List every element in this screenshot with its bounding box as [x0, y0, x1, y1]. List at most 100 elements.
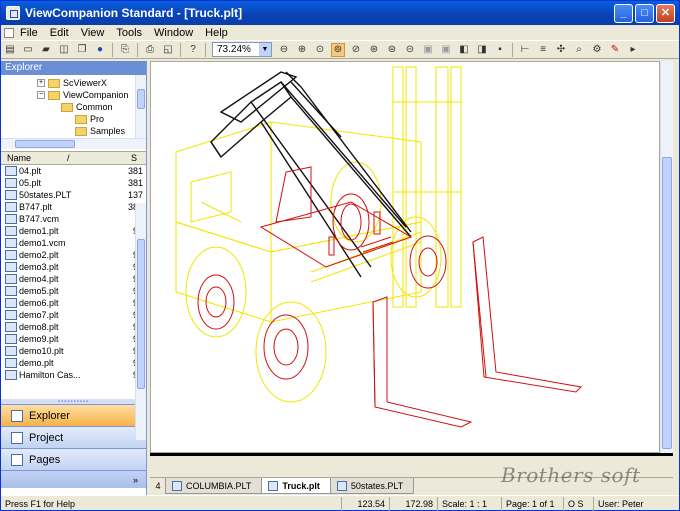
file-row[interactable]: demo9.plt91 [1, 333, 146, 345]
rotate-left-icon[interactable]: ▣ [421, 43, 435, 57]
tree-item-viewcompanion[interactable]: − ViewCompanion [37, 89, 128, 101]
file-row[interactable]: demo7.plt91 [1, 309, 146, 321]
file-row[interactable]: demo3.plt91 [1, 261, 146, 273]
file-name: demo10.plt [19, 346, 64, 356]
rotate-right-icon[interactable]: ▣ [439, 43, 453, 57]
first-page-icon[interactable]: ◧ [457, 43, 471, 57]
zoom-all-icon[interactable]: ⊛ [367, 43, 381, 57]
file-row[interactable]: demo2.plt91 [1, 249, 146, 261]
redline-icon[interactable]: ✎ [608, 43, 622, 57]
tree-item-label: Common [76, 102, 113, 112]
zoom-window-icon[interactable]: ⊚ [331, 42, 345, 57]
settings-icon[interactable]: ⚙ [590, 43, 604, 57]
scroll-thumb[interactable] [137, 89, 145, 109]
file-name: demo3.plt [19, 262, 59, 272]
paste-icon[interactable]: ⎘ [118, 43, 132, 57]
print-preview-icon[interactable]: ◱ [161, 43, 175, 57]
folder-tree[interactable]: + ScViewerX − ViewCompanion Common Pro S… [1, 75, 146, 152]
drawing-yellow-wireframe [175, 66, 462, 403]
file-list-scrollbar[interactable] [135, 203, 146, 440]
chevron-down-icon[interactable]: ▼ [259, 43, 271, 56]
folder-up-icon[interactable]: ▰ [39, 43, 53, 57]
collapse-icon[interactable]: − [37, 91, 45, 99]
file-row[interactable]: demo10.plt91 [1, 345, 146, 357]
menu-tools[interactable]: Tools [110, 27, 148, 39]
plt-file-icon [5, 214, 17, 224]
tab-label: Truck.plt [282, 480, 320, 491]
file-row[interactable]: 50states.PLT 137 [1, 189, 146, 201]
tree-vertical-scrollbar[interactable] [135, 75, 146, 138]
document-menu-icon[interactable] [4, 27, 14, 38]
menu-file[interactable]: File [14, 27, 44, 39]
file-row[interactable]: Hamilton Cas...91 [1, 369, 146, 381]
plt-file-icon [5, 166, 17, 176]
zoom-fit-icon[interactable]: ⊙ [313, 43, 327, 57]
name-column-header[interactable]: Name [7, 153, 67, 163]
tree-horizontal-scrollbar[interactable] [1, 138, 146, 149]
file-row[interactable]: demo1.vcm2 [1, 237, 146, 249]
menu-view[interactable]: View [75, 27, 111, 39]
menu-edit[interactable]: Edit [44, 27, 75, 39]
folder-icon[interactable]: ▭ [21, 43, 35, 57]
expand-icon[interactable]: + [37, 79, 45, 87]
minimize-button[interactable]: _ [614, 3, 633, 23]
toolbar-separator [137, 42, 138, 57]
tab-scroll-left-icon[interactable]: 4 [150, 478, 166, 494]
tab-columbia[interactable]: COLUMBIA.PLT [165, 478, 263, 494]
nav-label: Explorer [29, 409, 70, 422]
file-row[interactable]: B747.vcm1 [1, 213, 146, 225]
menu-window[interactable]: Window [148, 27, 199, 39]
file-row[interactable]: 05.plt 381 [1, 177, 146, 189]
print-icon[interactable]: ⎙ [143, 43, 157, 57]
chevron-double-icon[interactable]: » [133, 475, 138, 485]
file-row[interactable]: B747.plt381 [1, 201, 146, 213]
measure-icon[interactable]: ⊢ [518, 43, 532, 57]
zoom-out-icon[interactable]: ⊖ [277, 43, 291, 57]
tree-item-scviewerx[interactable]: + ScViewerX [37, 77, 107, 89]
layers-icon[interactable]: ▪ [493, 43, 507, 57]
crosshair-icon[interactable]: ✣ [554, 43, 568, 57]
menu-help[interactable]: Help [199, 27, 234, 39]
text-icon[interactable]: ≡ [536, 43, 550, 57]
file-row[interactable]: 04.plt 381 [1, 165, 146, 177]
file-row[interactable]: demo1.plt91 [1, 225, 146, 237]
tab-truck[interactable]: Truck.plt [261, 478, 331, 494]
last-page-icon[interactable]: ◨ [475, 43, 489, 57]
folder-star-icon[interactable]: ◫ [57, 43, 71, 57]
file-row[interactable]: demo.plt91 [1, 357, 146, 369]
zoom-in-icon[interactable]: ⊕ [295, 43, 309, 57]
info-icon[interactable]: ● [93, 43, 107, 57]
drawing-canvas[interactable] [150, 61, 660, 453]
nav-overflow-button[interactable]: » [1, 470, 146, 488]
title-bar[interactable]: ViewCompanion Standard - [Truck.plt] _ □… [1, 1, 679, 25]
search-icon[interactable]: ⌕ [572, 43, 586, 57]
plt-file-icon [5, 238, 17, 248]
file-row[interactable]: demo4.plt91 [1, 273, 146, 285]
file-row[interactable]: demo6.plt91 [1, 297, 146, 309]
canvas-vertical-scrollbar[interactable] [660, 61, 673, 453]
maximize-button[interactable]: □ [635, 3, 654, 23]
close-button[interactable]: ✕ [656, 3, 675, 23]
tree-item-pro[interactable]: Pro [75, 113, 104, 125]
zoom-combo[interactable]: 73.24% ▼ [212, 42, 272, 57]
file-list[interactable]: 04.plt 381 05.plt 381 50states.PLT 137 B747.pl… [1, 165, 146, 393]
open-folder-icon[interactable]: ▤ [3, 43, 17, 57]
nav-explorer-button[interactable]: Explorer [1, 404, 146, 426]
more-tools-icon[interactable]: ▸ [626, 43, 640, 57]
zoom-prev-icon[interactable]: ⊘ [349, 43, 363, 57]
zoom-realtime-icon[interactable]: ⊝ [403, 43, 417, 57]
help-icon[interactable]: ? [186, 43, 200, 57]
scroll-thumb[interactable] [15, 140, 75, 148]
tree-item-common[interactable]: Common [61, 101, 113, 113]
tab-50states[interactable]: 50states.PLT [329, 478, 415, 494]
tree-item-samples[interactable]: Samples [75, 125, 125, 137]
nav-pages-button[interactable]: Pages [1, 448, 146, 470]
copy-file-icon[interactable]: ❐ [75, 43, 89, 57]
nav-project-button[interactable]: Project [1, 426, 146, 448]
size-column-header[interactable]: S [131, 153, 137, 163]
file-row[interactable]: demo5.plt91 [1, 285, 146, 297]
scroll-thumb[interactable] [137, 239, 145, 389]
file-row[interactable]: demo8.plt91 [1, 321, 146, 333]
zoom-extents-icon[interactable]: ⊜ [385, 43, 399, 57]
scroll-thumb[interactable] [662, 157, 672, 449]
